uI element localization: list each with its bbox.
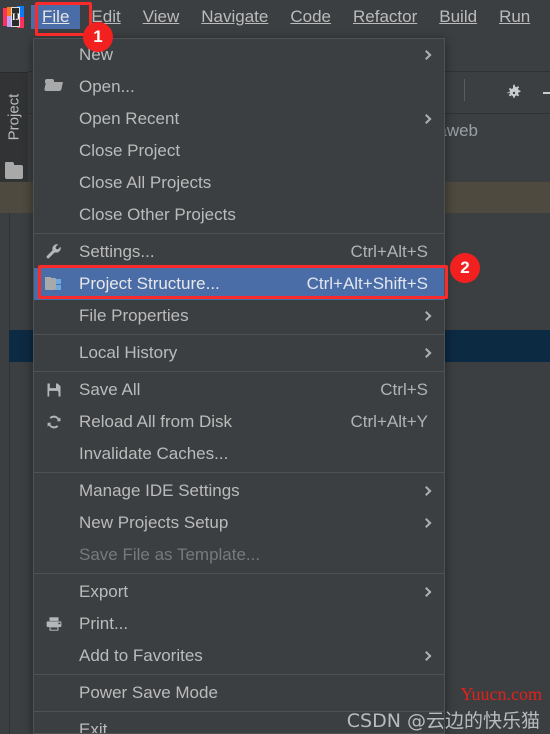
project-structure-icon xyxy=(45,275,63,293)
folder-open-icon xyxy=(44,78,63,96)
menu-item-local-history-label: Local History xyxy=(79,343,178,362)
chevron-right-icon xyxy=(421,50,432,60)
main-menubar: IJ File Edit View Navigate Code Refactor… xyxy=(0,0,550,33)
menu-separator xyxy=(34,371,444,372)
menu-item-project-structure-shortcut: Ctrl+Alt+Shift+S xyxy=(306,274,428,293)
sidebar-item-project[interactable]: Project xyxy=(0,72,28,190)
menu-item-new-projects-setup-label: New Projects Setup xyxy=(79,513,229,532)
menu-item-manage-ide-settings-label: Manage IDE Settings xyxy=(79,481,240,500)
menubar-item-refactor[interactable]: Refactor xyxy=(342,5,428,29)
save-icon xyxy=(45,381,63,399)
menu-item-save-file-as-template: Save File as Template... xyxy=(34,539,444,571)
menu-separator xyxy=(34,233,444,234)
menu-item-file-properties[interactable]: File Properties xyxy=(34,300,444,332)
menu-item-invalidate-caches[interactable]: Invalidate Caches... xyxy=(34,438,444,470)
intellij-idea-logo-icon: IJ xyxy=(3,5,25,28)
print-icon xyxy=(45,615,63,633)
project-tool-window-label: Project xyxy=(5,93,23,141)
menubar-item-run[interactable]: Run xyxy=(488,5,541,29)
menu-item-export[interactable]: Export xyxy=(34,576,444,608)
menubar-item-navigate[interactable]: Navigate xyxy=(190,5,279,29)
menu-item-power-save-mode-label: Power Save Mode xyxy=(79,683,218,702)
menu-item-export-label: Export xyxy=(79,582,129,601)
menu-item-close-project[interactable]: Close Project xyxy=(34,135,444,167)
menu-item-add-to-favorites-label: Add to Favorites xyxy=(79,646,203,665)
folder-icon xyxy=(5,162,23,179)
minimize-icon[interactable] xyxy=(543,92,550,94)
menu-item-manage-ide-settings[interactable]: Manage IDE Settings xyxy=(34,475,444,507)
menu-item-add-to-favorites[interactable]: Add to Favorites xyxy=(34,640,444,672)
chevron-right-icon xyxy=(421,348,432,358)
menu-item-save-all-label: Save All xyxy=(79,380,141,399)
menu-item-invalidate-caches-label: Invalidate Caches... xyxy=(79,444,229,463)
menubar-item-view-label: View xyxy=(142,6,180,26)
menubar-item-code[interactable]: Code xyxy=(279,5,342,29)
menubar-item-file-label: File xyxy=(42,6,70,26)
chevron-right-icon xyxy=(421,486,432,496)
menu-separator xyxy=(34,674,444,675)
editor-highlight-band-left xyxy=(0,182,28,213)
menu-item-file-properties-label: File Properties xyxy=(79,306,189,325)
screenshot-root: Project Java vaweb I xyxy=(0,0,550,734)
chevron-right-icon xyxy=(421,587,432,597)
menu-item-close-project-label: Close Project xyxy=(79,141,181,160)
menubar-item-build[interactable]: Build xyxy=(428,5,488,29)
menu-separator xyxy=(34,573,444,574)
menu-item-reload-all-from-disk-label: Reload All from Disk xyxy=(79,412,233,431)
logo-text: IJ xyxy=(12,11,21,22)
menu-item-close-all-projects[interactable]: Close All Projects xyxy=(34,167,444,199)
chevron-right-icon xyxy=(421,518,432,528)
file-menu-dropdown: New Open... Open Recent Close Project Cl… xyxy=(33,38,445,734)
menu-item-save-all[interactable]: Save All Ctrl+S xyxy=(34,374,444,406)
menu-item-save-all-shortcut: Ctrl+S xyxy=(380,380,428,399)
gear-icon[interactable] xyxy=(505,84,523,102)
menu-item-open-recent-label: Open Recent xyxy=(79,109,180,128)
menu-item-settings-label: Settings... xyxy=(79,242,155,261)
menu-item-reload-all-from-disk[interactable]: Reload All from Disk Ctrl+Alt+Y xyxy=(34,406,444,438)
menubar-item-code-label: Code xyxy=(290,6,331,26)
menubar-item-run-label: Run xyxy=(499,6,531,26)
editor-selection-band-left xyxy=(9,330,28,362)
annotation-badge-1: 1 xyxy=(83,22,113,52)
menu-item-settings[interactable]: Settings... Ctrl+Alt+S xyxy=(34,236,444,268)
menu-item-settings-shortcut: Ctrl+Alt+S xyxy=(350,242,428,261)
chevron-right-icon xyxy=(421,311,432,321)
chevron-right-icon xyxy=(421,651,432,661)
menu-item-open[interactable]: Open... xyxy=(34,71,444,103)
menubar-item-view[interactable]: View xyxy=(132,5,191,29)
menu-item-new-projects-setup[interactable]: New Projects Setup xyxy=(34,507,444,539)
menu-separator xyxy=(34,334,444,335)
menubar-item-refactor-label: Refactor xyxy=(353,6,418,26)
menu-item-exit-label: Exit xyxy=(79,720,108,734)
annotation-badge-2: 2 xyxy=(450,253,480,283)
menu-item-open-recent[interactable]: Open Recent xyxy=(34,103,444,135)
wrench-icon xyxy=(45,243,63,261)
menu-item-local-history[interactable]: Local History xyxy=(34,337,444,369)
menu-item-print-label: Print... xyxy=(79,614,129,633)
menu-separator xyxy=(34,472,444,473)
menu-item-power-save-mode[interactable]: Power Save Mode xyxy=(34,677,444,709)
watermark-gray: CSDN @云边的快乐猫 xyxy=(346,710,540,732)
menubar-item-build-label: Build xyxy=(439,6,478,26)
menu-item-project-structure[interactable]: Project Structure... Ctrl+Alt+Shift+S xyxy=(34,268,444,300)
menu-item-reload-all-from-disk-shortcut: Ctrl+Alt+Y xyxy=(350,412,428,431)
menubar-item-navigate-label: Navigate xyxy=(201,6,269,26)
menubar-item-file[interactable]: File xyxy=(31,4,81,29)
menu-item-close-other-projects-label: Close Other Projects xyxy=(79,205,236,224)
reload-icon xyxy=(45,413,63,431)
toolbar-divider xyxy=(464,79,465,101)
menu-item-print[interactable]: Print... xyxy=(34,608,444,640)
menu-item-close-all-projects-label: Close All Projects xyxy=(79,173,212,192)
watermark-red: Yuucn.com xyxy=(460,684,542,704)
menu-item-save-file-as-template-label: Save File as Template... xyxy=(79,545,261,564)
menu-item-open-label: Open... xyxy=(79,77,135,96)
chevron-right-icon xyxy=(421,114,432,124)
menu-item-close-other-projects[interactable]: Close Other Projects xyxy=(34,199,444,231)
menu-item-project-structure-label: Project Structure... xyxy=(79,274,220,293)
